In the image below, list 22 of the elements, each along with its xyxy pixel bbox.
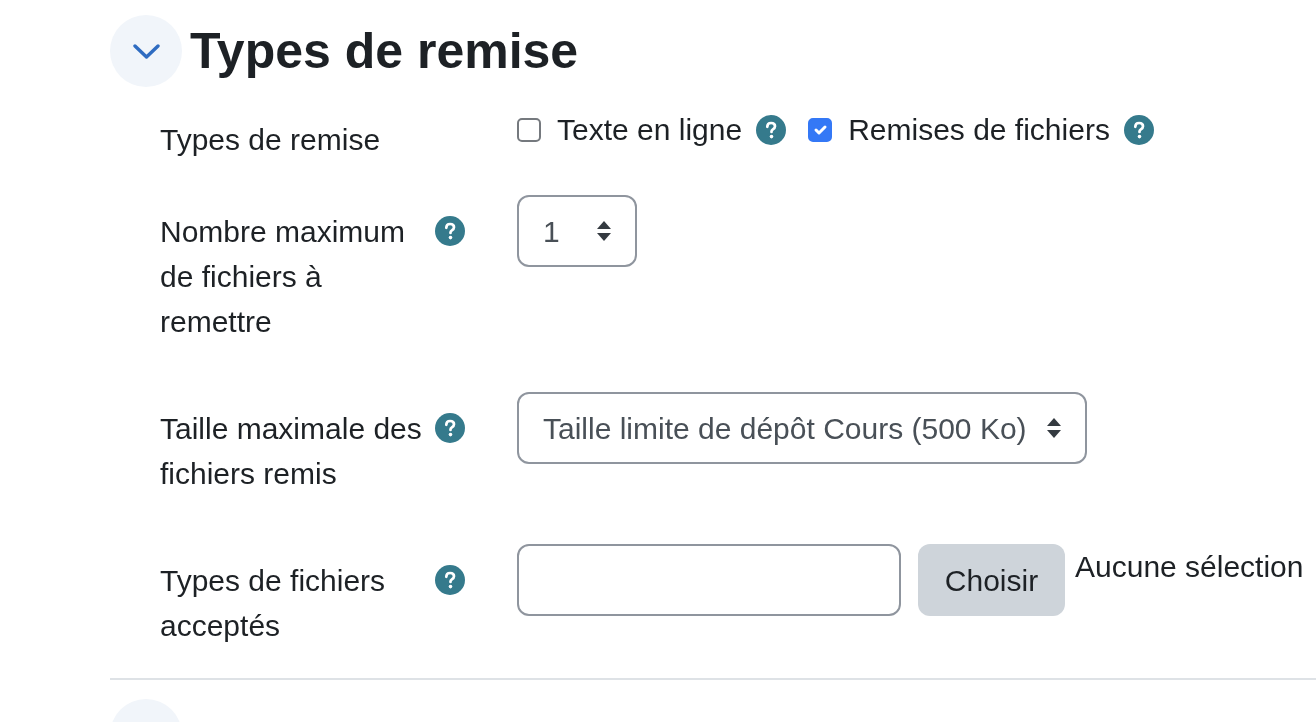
checkbox-label[interactable]: Remises de fichiers bbox=[848, 107, 1110, 152]
select-dropdown[interactable]: 1 bbox=[517, 195, 637, 267]
help-icon[interactable] bbox=[435, 216, 465, 246]
choose-button[interactable]: Choisir bbox=[918, 544, 1065, 616]
chevron-down-icon bbox=[132, 43, 160, 59]
up-down-arrows-icon bbox=[1046, 418, 1061, 438]
selection-status-text: Aucune sélection bbox=[1075, 549, 1304, 585]
help-icon[interactable] bbox=[435, 413, 465, 443]
select-dropdown[interactable]: Taille limite de dépôt Cours (500 Ko) bbox=[517, 392, 1087, 464]
field-label: Nombre maximum de fichiers à remettre bbox=[160, 213, 407, 340]
field-label: Types de remise bbox=[160, 122, 382, 158]
section-heading: Types de remise bbox=[190, 22, 579, 81]
checkbox[interactable] bbox=[517, 117, 541, 142]
field-label: Types de fichiers acceptés bbox=[160, 562, 387, 644]
checkbox-label[interactable]: Texte en ligne bbox=[557, 107, 743, 152]
checkbox[interactable] bbox=[808, 117, 833, 142]
field-label: Taille maximale des fichiers remis bbox=[160, 410, 423, 492]
up-down-arrows-icon bbox=[597, 221, 611, 241]
input-field[interactable] bbox=[517, 544, 901, 616]
help-icon[interactable] bbox=[435, 565, 465, 595]
help-icon[interactable] bbox=[1123, 114, 1154, 145]
help-icon[interactable] bbox=[756, 114, 787, 145]
